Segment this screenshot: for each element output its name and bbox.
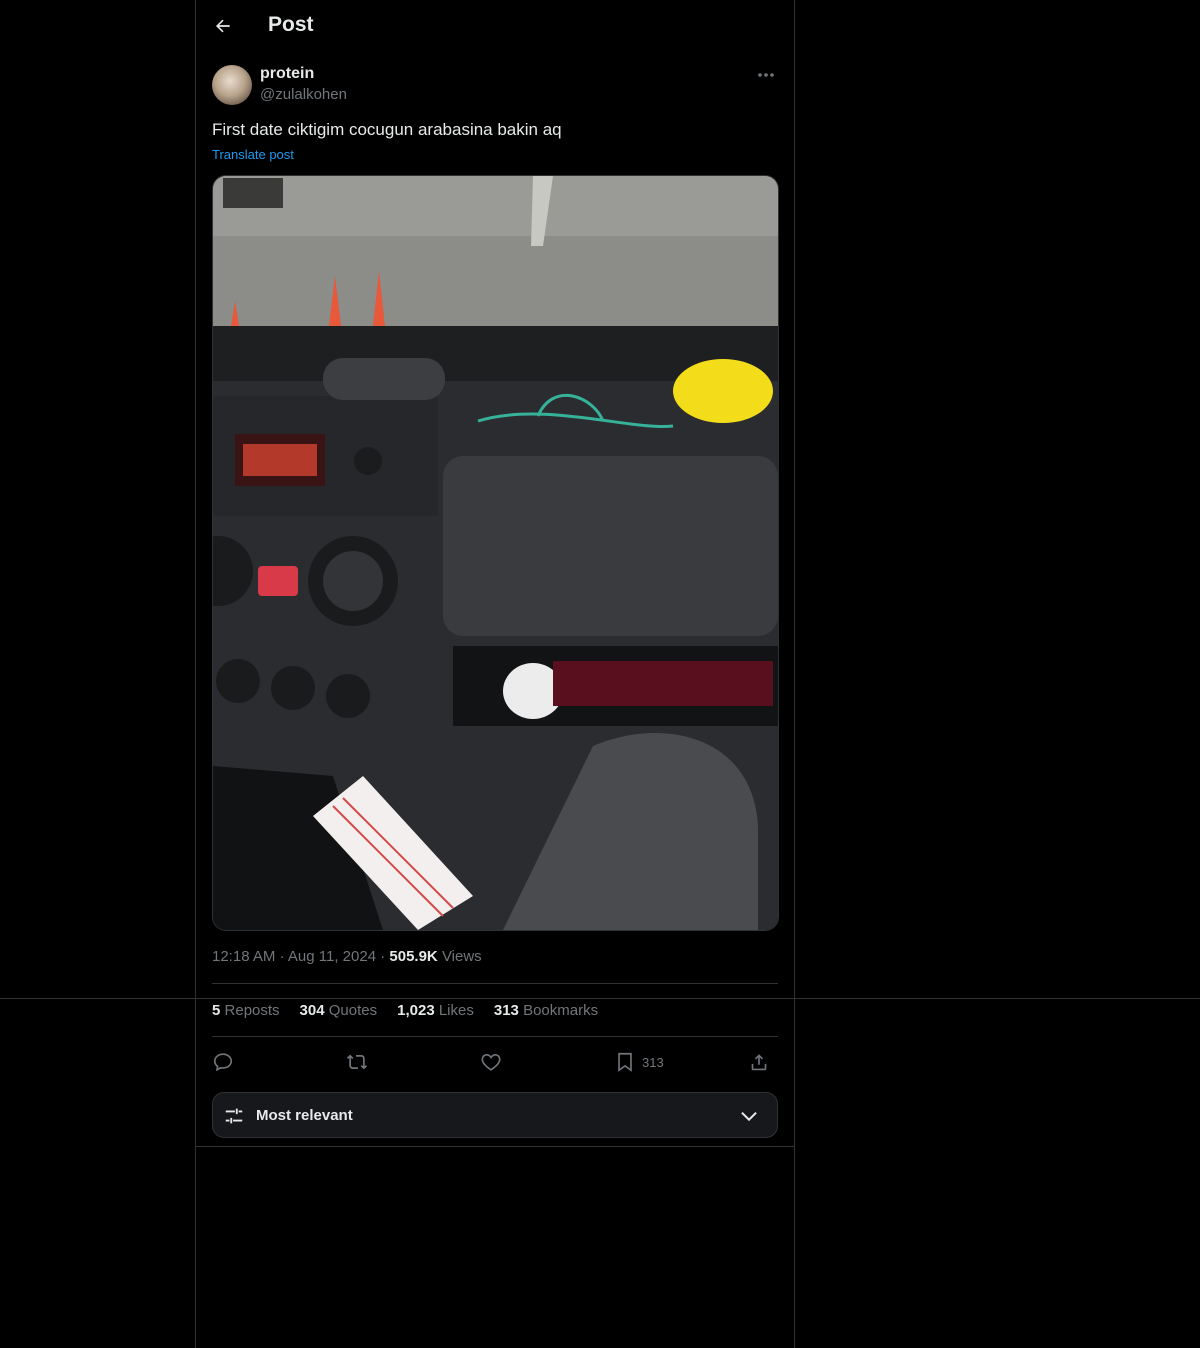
- likes-count: 1,023: [397, 1002, 435, 1019]
- sort-label: Most relevant: [256, 1107, 353, 1124]
- post-author: protein @zulalkohen: [212, 64, 780, 108]
- post-column: Post protein @zulalkohen First date cikt…: [195, 0, 795, 1348]
- post-date[interactable]: Aug 11, 2024: [288, 948, 376, 965]
- back-arrow-icon: [216, 19, 230, 33]
- post-meta: 12:18 AM · Aug 11, 2024 · 505.9K Views: [212, 948, 482, 965]
- post-stats: 5 Reposts 304 Quotes 1,023 Likes 313 Boo…: [212, 1002, 598, 1019]
- quotes-count: 304: [299, 1002, 325, 1019]
- likes-stat[interactable]: 1,023 Likes: [397, 1002, 474, 1019]
- reply-icon: [213, 1053, 233, 1072]
- header: Post: [196, 0, 794, 53]
- post-text: First date ciktigim cocugun arabasina ba…: [212, 120, 562, 139]
- reposts-count: 5: [212, 1002, 221, 1019]
- bookmark-count: 313: [642, 1054, 664, 1070]
- views-label: Views: [441, 948, 482, 965]
- reply-sort-dropdown[interactable]: Most relevant: [212, 1092, 778, 1138]
- post-image[interactable]: [212, 175, 779, 931]
- more-button[interactable]: [752, 64, 780, 86]
- sliders-icon: [225, 1108, 243, 1124]
- avatar[interactable]: [212, 65, 252, 105]
- bookmark-icon: [618, 1052, 632, 1072]
- divider: [212, 983, 778, 984]
- meta-dot: ·: [279, 948, 285, 965]
- reposts-label: Reposts: [224, 1002, 280, 1019]
- bookmarks-count: 313: [493, 1002, 519, 1019]
- author-name[interactable]: protein: [260, 65, 314, 83]
- like-icon: [481, 1054, 501, 1071]
- car-interior-photo: [213, 176, 778, 930]
- repost-button[interactable]: [346, 1050, 368, 1074]
- meta-dot: ·: [380, 948, 386, 965]
- translate-post-link[interactable]: Translate post: [212, 147, 294, 162]
- quotes-label: Quotes: [328, 1002, 378, 1019]
- page-title: Post: [268, 13, 314, 36]
- action-bar: 313: [212, 1046, 778, 1078]
- bookmarks-stat[interactable]: 313 Bookmarks: [494, 1002, 598, 1019]
- author-handle[interactable]: @zulalkohen: [260, 86, 347, 103]
- reply-button[interactable]: [212, 1050, 234, 1074]
- divider: [212, 1036, 778, 1037]
- likes-label: Likes: [438, 1002, 474, 1019]
- bookmarks-label: Bookmarks: [523, 1002, 599, 1019]
- more-icon: [758, 73, 774, 77]
- quotes-stat[interactable]: 304 Quotes: [300, 1002, 378, 1019]
- views-count: 505.9K: [389, 948, 438, 965]
- like-button[interactable]: [480, 1050, 502, 1074]
- repost-icon: [346, 1054, 368, 1070]
- reposts-stat[interactable]: 5 Reposts: [212, 1002, 280, 1019]
- bookmark-button[interactable]: 313: [614, 1050, 664, 1074]
- chevron-down-icon: [741, 1111, 757, 1122]
- divider: [196, 1146, 794, 1147]
- post-time[interactable]: 12:18 AM: [212, 948, 275, 965]
- share-button[interactable]: [748, 1050, 770, 1074]
- back-button[interactable]: [210, 13, 236, 39]
- share-icon: [751, 1054, 767, 1071]
